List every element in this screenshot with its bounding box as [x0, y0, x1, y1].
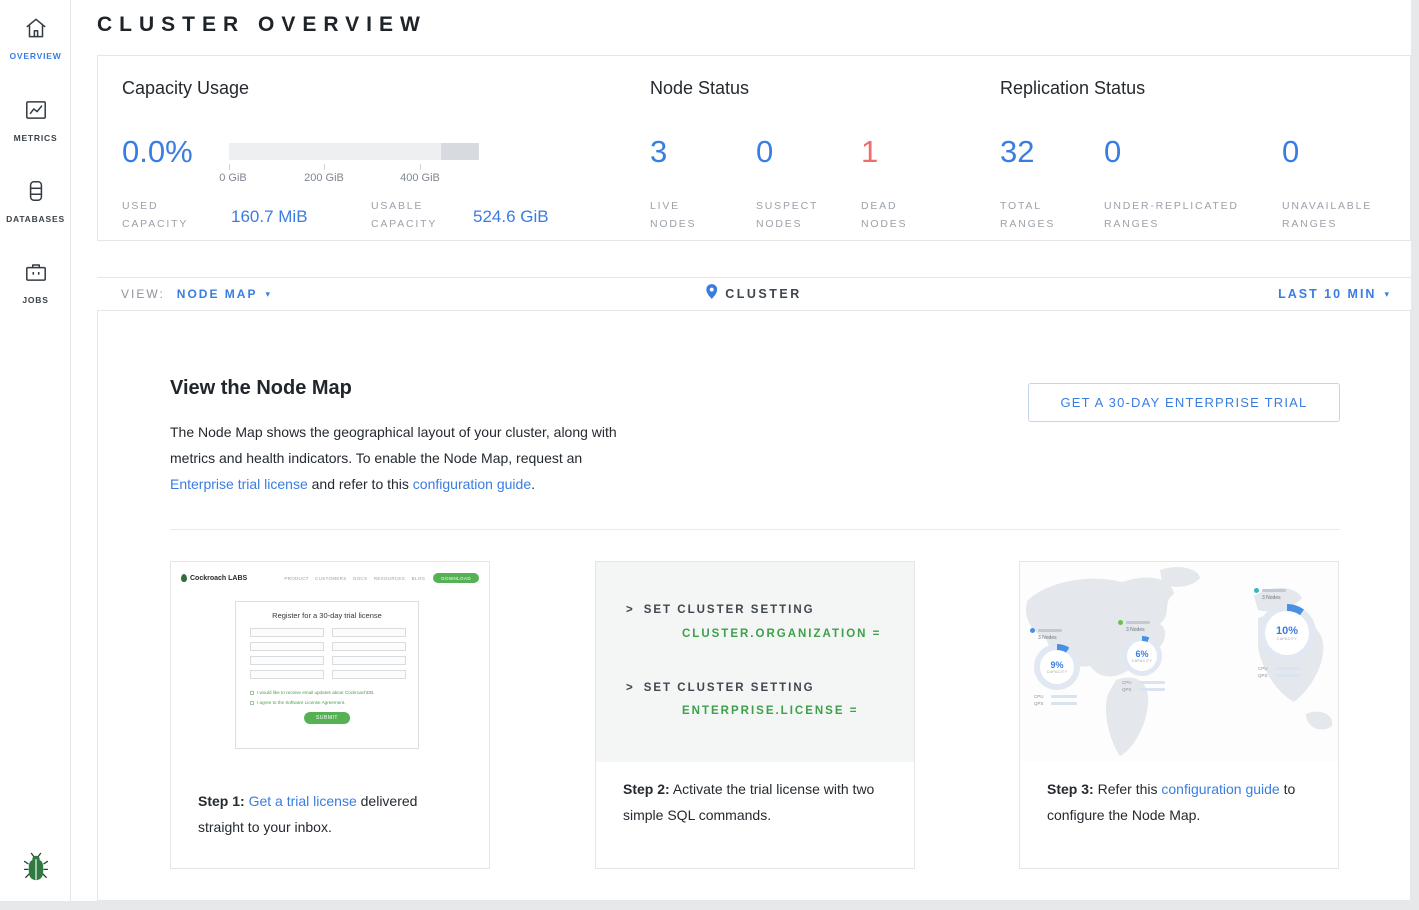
step-2-caption: Step 2: Activate the trial license with … — [596, 762, 914, 868]
view-selector-dropdown[interactable]: NODE MAP ▾ — [177, 287, 272, 301]
gauge-tick-label: 400 GiB — [400, 172, 440, 184]
prompt-chevron: > — [626, 604, 635, 616]
replication-status-title: Replication Status — [1000, 78, 1145, 99]
unavailable-ranges-count: 0 — [1282, 134, 1299, 170]
step-1-caption: Step 1: Get a trial license delivered st… — [171, 774, 489, 868]
capacity-usage-title: Capacity Usage — [122, 78, 249, 99]
checkbox-icon — [250, 691, 254, 695]
under-replicated-ranges-label: UNDER-REPLICATEDRANGES — [1104, 197, 1239, 233]
total-ranges-label: TOTALRANGES — [1000, 197, 1055, 233]
usable-capacity-label: USABLECAPACITY — [371, 197, 437, 233]
suspect-nodes-label: SUSPECTNODES — [756, 197, 818, 233]
view-label: VIEW: — [121, 287, 165, 301]
chevron-down-icon: ▾ — [265, 290, 272, 299]
node-status-title: Node Status — [650, 78, 749, 99]
node-map-panel: View the Node Map The Node Map shows the… — [97, 311, 1411, 901]
map-locality-marker: 3 Nodes 10% CAPACITY CPU QPS — [1254, 588, 1332, 678]
get-trial-license-link[interactable]: Get a trial license — [249, 793, 357, 809]
mock-nav-links: PRODUCT CUSTOMERS DOCS RESOURCES BLOG — [284, 576, 425, 581]
sidebar-item-metrics[interactable]: METRICS — [0, 97, 71, 143]
sql-commands-snippet: > SET CLUSTER SETTING CLUSTER.ORGANIZATI… — [596, 562, 914, 762]
capacity-used-percent: 0.0% — [122, 134, 193, 170]
used-capacity-label: USEDCAPACITY — [122, 197, 188, 233]
sidebar-item-label: OVERVIEW — [0, 51, 71, 61]
page-title: CLUSTER OVERVIEW — [97, 13, 427, 37]
node-map-heading: View the Node Map — [170, 377, 352, 400]
sidebar-item-databases[interactable]: DATABASES — [0, 178, 71, 224]
checkbox-icon — [250, 701, 254, 705]
suspect-nodes-count: 0 — [756, 134, 773, 170]
registration-page-thumbnail: Cockroach LABS PRODUCT CUSTOMERS DOCS RE… — [171, 562, 489, 774]
locality-dot-icon — [1030, 628, 1035, 633]
node-map-thumbnail: 3 Nodes 9% CAPACITY CPU QPS 3 Nodes — [1020, 562, 1338, 762]
cluster-summary-card: Capacity Usage 0.0% 0 GiB 200 GiB 400 Gi… — [97, 55, 1411, 241]
enterprise-trial-license-link[interactable]: Enterprise trial license — [170, 476, 308, 492]
sidebar-item-label: METRICS — [0, 133, 71, 143]
usable-capacity-value: 524.6 GiB — [473, 207, 549, 227]
metrics-chart-icon — [23, 110, 49, 127]
under-replicated-ranges-count: 0 — [1104, 134, 1121, 170]
configuration-guide-link[interactable]: configuration guide — [413, 476, 531, 492]
mock-form-title: Register for a 30-day trial license — [236, 611, 418, 620]
time-range-dropdown[interactable]: LAST 10 MIN ▾ — [1278, 278, 1389, 310]
capacity-gauge-end-segment — [441, 143, 479, 160]
gauge-tick-label: 0 GiB — [219, 172, 247, 184]
prompt-chevron: > — [626, 682, 635, 694]
chevron-down-icon: ▾ — [1384, 290, 1389, 299]
sidebar-item-label: JOBS — [0, 295, 71, 305]
view-bar: VIEW: NODE MAP ▾ CLUSTER LAST 10 MIN ▾ — [97, 277, 1411, 311]
mock-form-note: I agree to the Software License Agreemen… — [250, 700, 345, 705]
mock-download-button: DOWNLOAD — [433, 573, 479, 583]
dead-nodes-label: DEADNODES — [861, 197, 907, 233]
cockroach-labs-logo[interactable] — [0, 850, 71, 887]
used-capacity-value: 160.7 MiB — [231, 207, 308, 227]
location-pin-icon — [706, 284, 717, 304]
step-3-card: 3 Nodes 9% CAPACITY CPU QPS 3 Nodes — [1019, 561, 1339, 869]
sidebar: OVERVIEW METRICS DATABASES JOBS — [0, 0, 71, 901]
sidebar-item-label: DATABASES — [0, 214, 71, 224]
dead-nodes-count: 1 — [861, 134, 878, 170]
locality-dot-icon — [1254, 588, 1259, 593]
home-icon — [23, 28, 49, 45]
map-locality-marker: 3 Nodes 6% CAPACITY CPU QPS — [1118, 620, 1194, 692]
gauge-tick-label: 200 GiB — [304, 172, 344, 184]
mock-form-note: I would like to receive email updates ab… — [250, 690, 374, 695]
mock-trial-form: Register for a 30-day trial license I wo… — [235, 601, 419, 749]
get-enterprise-trial-button[interactable]: GET A 30-DAY ENTERPRISE TRIAL — [1028, 383, 1340, 422]
database-icon — [23, 191, 49, 208]
configuration-guide-link[interactable]: configuration guide — [1161, 781, 1279, 797]
briefcase-icon — [23, 272, 49, 289]
mock-form-fields — [250, 628, 406, 679]
map-locality-marker: 3 Nodes 9% CAPACITY CPU QPS — [1030, 628, 1112, 706]
mock-brand: Cockroach LABS — [181, 574, 247, 582]
total-ranges-count: 32 — [1000, 134, 1034, 170]
live-nodes-count: 3 — [650, 134, 667, 170]
capacity-donut: 9% CAPACITY — [1034, 644, 1080, 690]
unavailable-ranges-label: UNAVAILABLERANGES — [1282, 197, 1372, 233]
sidebar-item-overview[interactable]: OVERVIEW — [0, 15, 71, 61]
step-1-card: Cockroach LABS PRODUCT CUSTOMERS DOCS RE… — [170, 561, 490, 869]
step-2-card: > SET CLUSTER SETTING CLUSTER.ORGANIZATI… — [595, 561, 915, 869]
sidebar-item-jobs[interactable]: JOBS — [0, 259, 71, 305]
capacity-gauge: 0 GiB 200 GiB 400 GiB — [229, 143, 479, 160]
admin-ui-window: OVERVIEW METRICS DATABASES JOBS — [0, 0, 1411, 901]
node-map-description: The Node Map shows the geographical layo… — [170, 419, 638, 497]
live-nodes-label: LIVENODES — [650, 197, 696, 233]
step-3-caption: Step 3: Refer this configuration guide t… — [1020, 762, 1338, 868]
capacity-donut: 10% CAPACITY — [1258, 604, 1316, 662]
locality-dot-icon — [1118, 620, 1123, 625]
capacity-donut: 6% CAPACITY — [1122, 636, 1162, 676]
cluster-breadcrumb-label: CLUSTER — [725, 287, 802, 301]
section-divider — [170, 529, 1340, 530]
breadcrumb: CLUSTER — [706, 278, 802, 310]
cockroach-bug-icon — [181, 574, 187, 582]
mock-submit-button: SUBMIT — [304, 712, 350, 724]
